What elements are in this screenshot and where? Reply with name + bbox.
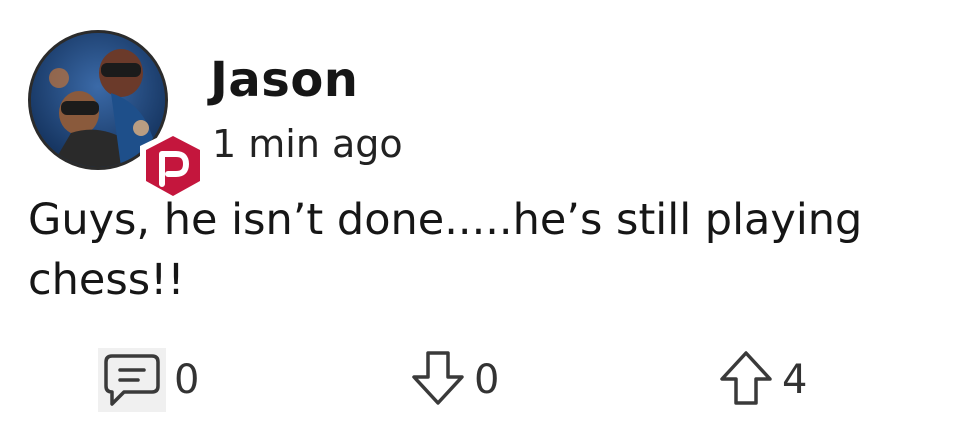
comment-button[interactable]: 0: [98, 340, 199, 420]
post-card: Jason 1 min ago Guys, he isn’t done.....…: [0, 0, 980, 440]
arrow-down-icon: [410, 349, 466, 411]
comment-count: 0: [174, 357, 200, 403]
post-body: Guys, he isn’t done.....he’s still playi…: [28, 195, 863, 305]
downvote-button[interactable]: 0: [410, 340, 499, 420]
downvote-count: 0: [474, 357, 500, 403]
upvote-button[interactable]: 4: [718, 340, 807, 420]
post-timestamp: 1 min ago: [212, 122, 403, 166]
author-name[interactable]: Jason: [210, 52, 358, 108]
avatar-container[interactable]: [28, 30, 206, 202]
upvote-count: 4: [782, 357, 808, 403]
comment-icon: [98, 348, 166, 412]
arrow-up-icon: [718, 349, 774, 411]
